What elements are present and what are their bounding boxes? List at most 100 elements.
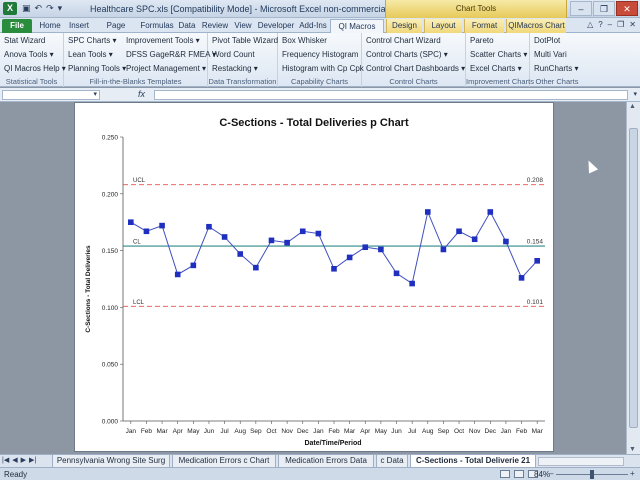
tab-layout[interactable]: Layout xyxy=(424,19,462,33)
tab-home[interactable]: Home xyxy=(36,19,64,33)
quick-access-toolbar: ▣ ↶ ↷ ▾ xyxy=(22,3,62,14)
minimize-icon[interactable]: – xyxy=(570,1,592,16)
x-tick-label: Aug xyxy=(422,428,434,435)
save-icon[interactable]: ▣ xyxy=(22,3,31,14)
improvement-tools-button[interactable]: Improvement Tools ▾ xyxy=(126,36,200,45)
ribbon: Stat Wizard Anova Tools ▾ QI Macros Help… xyxy=(0,33,640,87)
group-label: Data Transformation xyxy=(208,77,277,86)
expand-formula-bar-icon[interactable]: ▾ xyxy=(633,90,637,98)
scroll-down-icon[interactable]: ▼ xyxy=(629,446,636,453)
box-whisker-button[interactable]: Box Whisker xyxy=(282,36,327,45)
vertical-scrollbar[interactable]: ▲ ▼ xyxy=(626,102,640,454)
zoom-slider-thumb[interactable] xyxy=(590,470,594,479)
data-point xyxy=(143,228,150,235)
vertical-scroll-thumb[interactable] xyxy=(629,128,638,428)
tab-add-ins[interactable]: Add-Ins xyxy=(298,19,328,33)
multi-vari-button[interactable]: Multi Vari xyxy=(534,50,567,59)
tab-data[interactable]: Data xyxy=(176,19,198,33)
project-management-button[interactable]: Project Management ▾ xyxy=(126,64,206,73)
lean-tools-button[interactable]: Lean Tools ▾ xyxy=(68,50,113,59)
data-point xyxy=(440,246,447,253)
qi-macros-help-button[interactable]: QI Macros Help ▾ xyxy=(4,64,66,73)
data-point xyxy=(346,254,353,261)
chart-tools-context-label: Chart Tools xyxy=(385,0,567,18)
formula-bar: ▾ fx ▾ xyxy=(0,88,640,102)
frequency-histogram-button[interactable]: Frequency Histogram xyxy=(282,50,358,59)
data-point xyxy=(253,264,259,271)
runcharts-button[interactable]: RunCharts ▾ xyxy=(534,64,578,73)
last-sheet-icon[interactable]: ▶| xyxy=(29,456,36,464)
workbook-restore-icon[interactable]: ❐ xyxy=(617,20,624,29)
y-tick-label: 0.250 xyxy=(102,135,119,142)
series-line xyxy=(130,210,538,285)
x-tick-label: Feb xyxy=(141,428,153,435)
normal-view-icon[interactable] xyxy=(500,470,510,478)
excel-charts-button[interactable]: Excel Charts ▾ xyxy=(470,64,522,73)
close-icon[interactable]: ✕ xyxy=(616,1,638,16)
data-point xyxy=(424,209,431,215)
first-sheet-icon[interactable]: |◀ xyxy=(2,456,9,464)
tab-review[interactable]: Review xyxy=(200,19,230,33)
data-point xyxy=(393,270,400,277)
planning-tools-button[interactable]: Planning Tools ▾ xyxy=(68,64,126,73)
insert-function-icon[interactable]: fx xyxy=(138,89,145,99)
tab-view[interactable]: View xyxy=(232,19,254,33)
chart-object[interactable]: C-Sections - Total Deliveries p Chart 0.… xyxy=(74,102,554,452)
data-point xyxy=(518,275,525,281)
help-icon[interactable]: ? xyxy=(598,20,602,29)
spc-charts-button[interactable]: SPC Charts ▾ xyxy=(68,36,116,45)
x-tick-label: Sep xyxy=(438,428,450,435)
control-charts-spc-button[interactable]: Control Charts (SPC) ▾ xyxy=(366,50,448,59)
chart-title: C-Sections - Total Deliveries p Chart xyxy=(219,117,409,129)
workbook-minimize-icon[interactable]: – xyxy=(608,20,612,29)
histogram-cp-cpk-button[interactable]: Histogram with Cp Cpk xyxy=(282,64,364,73)
zoom-in-icon[interactable]: + xyxy=(630,469,635,478)
pivot-table-wizard-button[interactable]: Pivot Table Wizard xyxy=(212,36,278,45)
word-count-button[interactable]: Word Count xyxy=(212,50,255,59)
undo-icon[interactable]: ↶ xyxy=(35,3,43,14)
formula-input[interactable] xyxy=(154,90,628,100)
x-tick-label: Oct xyxy=(266,428,276,435)
tab-formulas[interactable]: Formulas xyxy=(140,19,174,33)
next-sheet-icon[interactable]: ▶ xyxy=(21,456,26,464)
page-layout-view-icon[interactable] xyxy=(514,470,524,478)
dfss-gage-fmea-button[interactable]: DFSS GageR&R FMEA ▾ xyxy=(126,50,216,59)
tab-developer[interactable]: Developer xyxy=(256,19,296,33)
scroll-up-icon[interactable]: ▲ xyxy=(629,103,636,110)
control-chart-wizard-button[interactable]: Control Chart Wizard xyxy=(366,36,441,45)
tab-qimacros-chart[interactable]: QIMacros Chart xyxy=(506,19,566,33)
zoom-level[interactable]: 84% xyxy=(534,470,550,479)
prev-sheet-icon[interactable]: ◀ xyxy=(12,456,17,464)
tab-insert[interactable]: Insert xyxy=(66,19,92,33)
dotplot-button[interactable]: DotPlot xyxy=(534,36,560,45)
name-box[interactable]: ▾ xyxy=(2,90,100,100)
data-point xyxy=(331,265,337,272)
restore-icon[interactable]: ❐ xyxy=(593,1,615,16)
redo-icon[interactable]: ↷ xyxy=(46,3,54,14)
x-tick-label: Dec xyxy=(485,428,497,435)
zoom-out-icon[interactable]: – xyxy=(549,469,553,478)
chart-axes xyxy=(122,137,545,422)
pareto-button[interactable]: Pareto xyxy=(470,36,494,45)
group-label: Capability Charts xyxy=(290,77,349,86)
x-tick-label: Jul xyxy=(408,428,417,435)
horizontal-scrollbar[interactable] xyxy=(538,457,624,466)
control-chart-dashboards-button[interactable]: Control Chart Dashboards ▾ xyxy=(366,64,465,73)
tab-design[interactable]: Design xyxy=(386,19,422,33)
tab-file[interactable]: File xyxy=(2,19,32,33)
excel-app-icon[interactable]: X xyxy=(3,2,17,15)
name-box-dropdown-icon[interactable]: ▾ xyxy=(93,90,97,98)
x-tick-label: Oct xyxy=(454,428,464,435)
view-buttons xyxy=(500,470,538,478)
scatter-charts-button[interactable]: Scatter Charts ▾ xyxy=(470,50,527,59)
ribbon-collapse-icon[interactable]: △ xyxy=(587,20,593,29)
restacking-button[interactable]: Restacking ▾ xyxy=(212,64,258,73)
y-tick-label: 0.000 xyxy=(102,419,119,426)
tab-format[interactable]: Format xyxy=(464,19,504,33)
tab-qi-macros[interactable]: QI Macros 2011 xyxy=(330,19,384,44)
stat-wizard-button[interactable]: Stat Wizard xyxy=(4,36,45,45)
anova-tools-button[interactable]: Anova Tools ▾ xyxy=(4,50,54,59)
customize-qat-icon[interactable]: ▾ xyxy=(58,3,63,14)
workbook-close-icon[interactable]: ✕ xyxy=(629,20,636,29)
tab-page-layout[interactable]: Page Layout xyxy=(94,19,138,43)
